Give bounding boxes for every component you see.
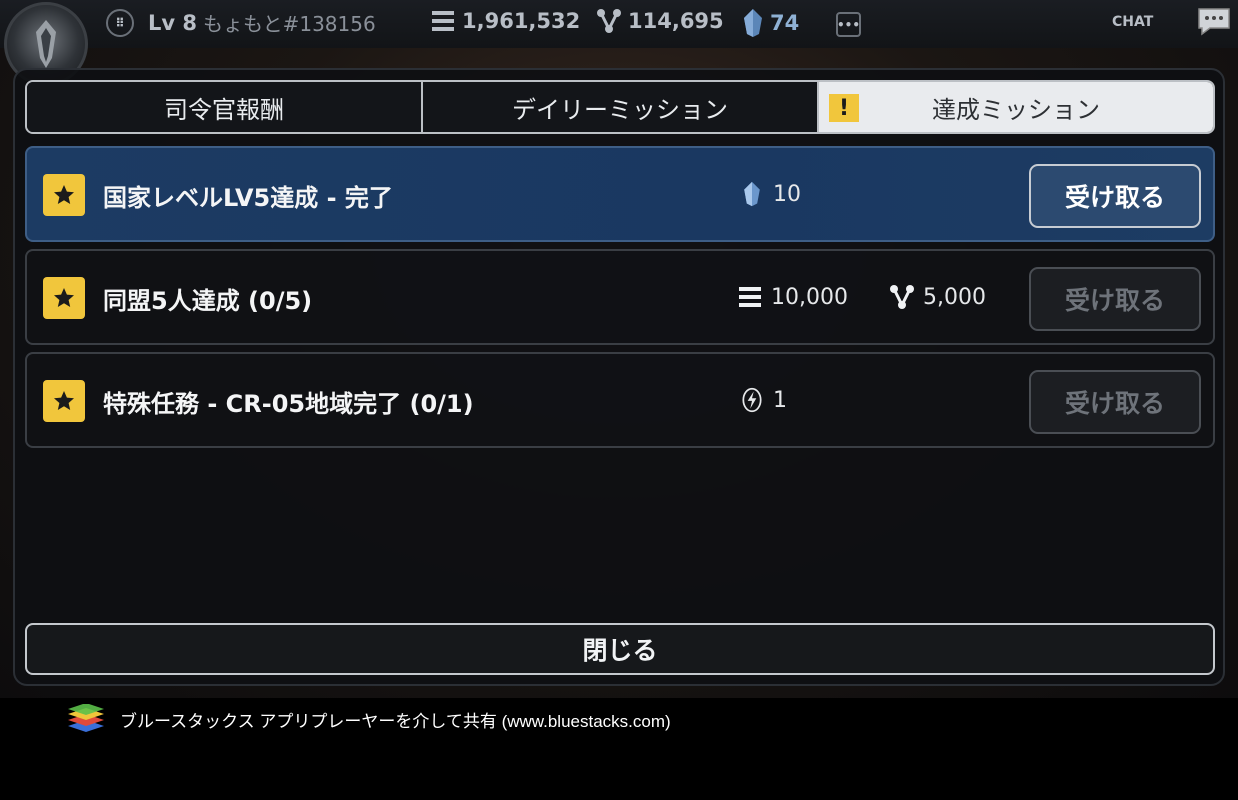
status-bar: ⠿ Lv 8 もょもと#138156 1,961,532 114,695 74 … bbox=[0, 0, 1238, 86]
claim-button[interactable]: 受け取る bbox=[1029, 164, 1201, 228]
reward-item: 10,000 bbox=[737, 284, 848, 310]
emblem-icon bbox=[36, 20, 56, 68]
resource-bars-value: 1,961,532 bbox=[462, 9, 581, 33]
tab-commander-rewards[interactable]: 司令官報酬 bbox=[27, 82, 423, 132]
tab-achievement-missions[interactable]: ! 達成ミッション bbox=[819, 82, 1213, 132]
reward-item: 10 bbox=[739, 181, 801, 207]
reward-item: 5,000 bbox=[889, 284, 986, 310]
reward-amount: 10 bbox=[773, 181, 801, 207]
tab-daily-missions[interactable]: デイリーミッション bbox=[423, 82, 819, 132]
mission-title: 同盟5人達成 (0/5) bbox=[103, 287, 313, 315]
resource-gems: 74 bbox=[742, 8, 799, 38]
mission-row: 特殊任務 - CR-05地域完了 (0/1) 1 受け取る bbox=[25, 352, 1215, 448]
mission-title: 特殊任務 - CR-05地域完了 (0/1) bbox=[103, 390, 474, 418]
bluestacks-logo-icon bbox=[68, 704, 104, 732]
crystal-icon bbox=[744, 9, 762, 37]
level-text: Lv 8 bbox=[148, 10, 197, 35]
tab-label: デイリーミッション bbox=[512, 95, 728, 124]
game-viewport: ⠿ Lv 8 もょもと#138156 1,961,532 114,695 74 … bbox=[0, 0, 1238, 698]
close-label: 閉じる bbox=[582, 636, 658, 665]
player-tag: もょもと#138156 bbox=[203, 12, 376, 36]
bars-icon bbox=[739, 287, 761, 307]
claim-label: 受け取る bbox=[1064, 183, 1165, 212]
chat-label[interactable]: CHAT bbox=[1112, 14, 1153, 30]
bars-icon bbox=[432, 11, 454, 31]
mission-tabs: 司令官報酬 デイリーミッション ! 達成ミッション bbox=[25, 80, 1215, 134]
resource-bars: 1,961,532 bbox=[430, 8, 580, 34]
star-icon bbox=[43, 174, 85, 216]
claim-label: 受け取る bbox=[1064, 389, 1165, 418]
chat-text: CHAT bbox=[1112, 14, 1154, 30]
star-icon bbox=[43, 277, 85, 319]
mission-row: 同盟5人達成 (0/5) 10,000 5,000 受け取る bbox=[25, 249, 1215, 345]
resource-molecule: 114,695 bbox=[596, 8, 724, 34]
claim-button[interactable]: 受け取る bbox=[1029, 370, 1201, 434]
player-level: Lv 8 もょもと#138156 bbox=[148, 8, 376, 37]
reward-amount: 1 bbox=[773, 387, 787, 413]
reward-item: 1 bbox=[739, 387, 787, 413]
alert-icon: ! bbox=[829, 94, 859, 122]
energy-icon bbox=[742, 387, 762, 413]
missions-dialog: 司令官報酬 デイリーミッション ! 達成ミッション 国家レベルLV5達成 - 完… bbox=[13, 68, 1225, 686]
claim-label: 受け取る bbox=[1064, 286, 1165, 315]
mission-row: 国家レベルLV5達成 - 完了 10 受け取る bbox=[25, 146, 1215, 242]
molecule-icon bbox=[597, 9, 621, 33]
crystal-icon bbox=[744, 181, 760, 207]
resource-molecule-value: 114,695 bbox=[628, 9, 724, 33]
tab-label: 達成ミッション bbox=[932, 95, 1100, 124]
mission-title: 国家レベルLV5達成 - 完了 bbox=[103, 184, 393, 212]
claim-button[interactable]: 受け取る bbox=[1029, 267, 1201, 331]
reward-amount: 5,000 bbox=[923, 284, 986, 310]
more-icon[interactable]: ••• bbox=[836, 12, 861, 37]
tab-label: 司令官報酬 bbox=[164, 95, 284, 124]
reward-amount: 10,000 bbox=[771, 284, 848, 310]
chat-bubble-icon[interactable] bbox=[1196, 6, 1232, 36]
footer-text: ブルースタックス アプリプレーヤーを介して共有 (www.bluestacks.… bbox=[120, 712, 671, 731]
star-icon bbox=[43, 380, 85, 422]
grid-menu-icon[interactable]: ⠿ bbox=[106, 9, 134, 37]
close-button[interactable]: 閉じる bbox=[25, 623, 1215, 675]
molecule-icon bbox=[890, 285, 914, 309]
gems-value: 74 bbox=[770, 11, 800, 35]
